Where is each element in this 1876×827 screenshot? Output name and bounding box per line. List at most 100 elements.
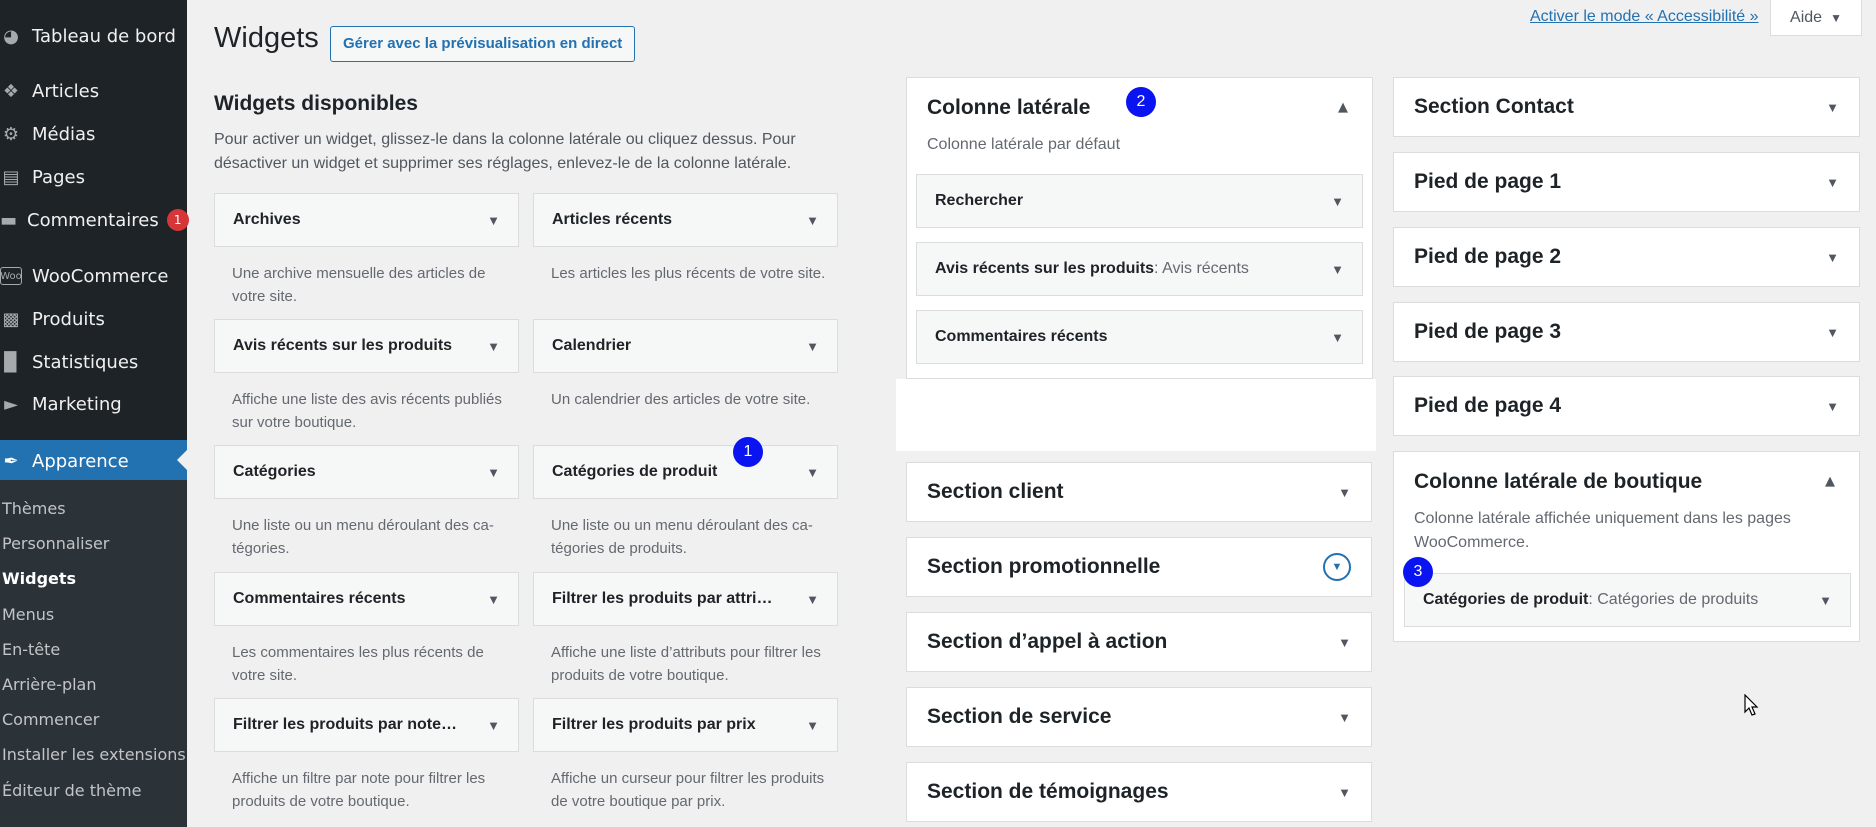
widget-description: Affiche une liste d’attributs pour filtr…	[551, 644, 821, 684]
area-section-testimonials[interactable]: Section de témoignages ▼	[906, 762, 1372, 822]
menu-dashboard[interactable]: ◕ Tableau de bord	[0, 16, 187, 56]
archive-icon: ▩	[2, 308, 20, 330]
caret-down-icon[interactable]: ▼	[1826, 399, 1839, 414]
caret-down-icon[interactable]: ▼	[1338, 710, 1351, 725]
area-description: Colonne latérale par défaut	[927, 136, 1121, 153]
available-widgets-title: Widgets disponibles	[214, 92, 418, 115]
menu-marketing[interactable]: ► Marketing	[0, 384, 187, 424]
caret-down-icon[interactable]: ▼	[1826, 250, 1839, 265]
area-footer-1[interactable]: Pied de page 1 ▼	[1393, 152, 1860, 212]
submenu-background[interactable]: Arrière-plan	[2, 670, 97, 700]
submenu-customize[interactable]: Personnaliser	[2, 529, 109, 559]
caret-down-icon[interactable]: ▼	[1331, 330, 1344, 345]
widget-filter-by-rating[interactable]: Filtrer les produits par note… ▼	[214, 698, 519, 752]
comment-count-badge: 1	[166, 209, 189, 231]
menu-products[interactable]: ▩ Produits	[0, 299, 187, 339]
area-section-call-to-action[interactable]: Section d’appel à action ▼	[906, 612, 1372, 672]
widget-description: Affiche un curseur pour filtrer les pro­…	[551, 770, 825, 810]
area-title[interactable]: Colonne latérale de boutique	[1414, 470, 1702, 494]
caret-down-icon[interactable]: ▼	[487, 213, 500, 228]
placed-widget-recent-comments[interactable]: Commentaires récents ▼	[916, 310, 1363, 364]
menu-statistics[interactable]: ▉ Statistiques	[0, 342, 187, 382]
area-footer-2[interactable]: Pied de page 2 ▼	[1393, 227, 1860, 287]
widget-description: Un calendrier des articles de votre site…	[551, 391, 811, 408]
placed-widget-recent-reviews[interactable]: Avis récents sur les produits: Avis réce…	[916, 242, 1363, 296]
widget-archives[interactable]: Archives ▼	[214, 193, 519, 247]
widget-recent-posts[interactable]: Articles récents ▼	[533, 193, 838, 247]
accessibility-mode-link[interactable]: Activer le mode « Accessibilité »	[1530, 8, 1759, 26]
menu-comments[interactable]: ▬ Commentaires 1	[0, 200, 189, 240]
help-button[interactable]: Aide ▼	[1770, 0, 1862, 36]
submenu-menus[interactable]: Menus	[2, 600, 54, 630]
caret-down-icon[interactable]: ▼	[487, 592, 500, 607]
caret-down-icon[interactable]: ▼	[806, 465, 819, 480]
submenu-install-plugins[interactable]: Installer les extensions	[2, 740, 186, 770]
submenu-theme-editor[interactable]: Éditeur de thème	[2, 776, 141, 806]
widget-categories[interactable]: Catégories ▼	[214, 445, 519, 499]
area-section-contact[interactable]: Section Contact ▼	[1393, 77, 1860, 137]
admin-sidebar: ◕ Tableau de bord ❖ Articles ⚙ Médias ▤ …	[0, 0, 189, 827]
submenu-widgets[interactable]: Widgets	[2, 564, 76, 594]
widget-filter-by-attribute[interactable]: Filtrer les produits par attri… ▼	[533, 572, 838, 626]
widget-calendar[interactable]: Calendrier ▼	[533, 319, 838, 373]
widget-description: Une liste ou un menu déroulant des ca­té…	[232, 517, 494, 557]
widget-recent-comments[interactable]: Commentaires récents ▼	[214, 572, 519, 626]
widget-filter-by-price[interactable]: Filtrer les produits par prix ▼	[533, 698, 838, 752]
shop-sidebar-area: Colonne latérale de boutique ▲ Colonne l…	[1393, 451, 1860, 642]
caret-down-icon[interactable]: ▼	[1826, 100, 1839, 115]
area-title[interactable]: Colonne latérale	[927, 96, 1090, 120]
submenu-themes[interactable]: Thèmes	[2, 494, 66, 524]
widget-description: Les articles les plus récents de votre s…	[551, 265, 826, 282]
paintbrush-icon: ✒	[3, 450, 19, 472]
caret-down-icon[interactable]: ▼	[487, 339, 500, 354]
caret-down-icon[interactable]: ▼	[806, 592, 819, 607]
sidebar-area-primary: Colonne latérale ▲ Colonne latérale par …	[906, 77, 1373, 379]
marker-3: 3	[1403, 557, 1433, 587]
menu-pages[interactable]: ▤ Pages	[0, 157, 187, 197]
caret-up-icon[interactable]: ▲	[1825, 474, 1835, 489]
caret-down-icon[interactable]: ▼	[1819, 593, 1832, 608]
current-menu-arrow	[177, 450, 187, 470]
caret-down-icon[interactable]: ▼	[806, 213, 819, 228]
available-widgets-description: Pour activer un widget, glissez-le dans …	[214, 131, 796, 172]
caret-down-icon[interactable]: ▼	[806, 718, 819, 733]
caret-down-icon[interactable]: ▼	[1338, 785, 1351, 800]
area-section-client[interactable]: Section client ▼	[906, 462, 1372, 522]
placed-widget-product-categories[interactable]: Catégories de produit: Catégories de pro…	[1404, 573, 1851, 627]
appearance-submenu: Thèmes Personnaliser Widgets Menus En-tê…	[0, 480, 187, 827]
area-footer-4[interactable]: Pied de page 4 ▼	[1393, 376, 1860, 436]
widget-product-categories[interactable]: Catégories de produit ▼	[533, 445, 838, 499]
caret-down-icon[interactable]: ▼	[1331, 262, 1344, 277]
menu-articles[interactable]: ❖ Articles	[0, 71, 187, 111]
megaphone-icon: ►	[4, 393, 18, 415]
area-section-service[interactable]: Section de service ▼	[906, 687, 1372, 747]
live-preview-button[interactable]: Gérer avec la prévisualisation en direct	[330, 26, 636, 62]
caret-down-icon[interactable]: ▼	[1331, 194, 1344, 209]
caret-up-icon[interactable]: ▲	[1338, 100, 1348, 115]
submenu-header[interactable]: En-tête	[2, 635, 60, 665]
placed-widget-search[interactable]: Rechercher ▼	[916, 174, 1363, 228]
submenu-getting-started[interactable]: Commencer	[2, 705, 99, 735]
widget-description: Affiche un filtre par note pour filtrer …	[232, 770, 486, 810]
area-footer-3[interactable]: Pied de page 3 ▼	[1393, 302, 1860, 362]
widget-recent-reviews[interactable]: Avis récents sur les produits ▼	[214, 319, 519, 373]
pin-icon: ❖	[2, 80, 20, 102]
menu-woocommerce[interactable]: Woo WooCommerce	[0, 256, 187, 296]
caret-down-icon[interactable]: ▼	[1826, 175, 1839, 190]
menu-appearance[interactable]: ✒ Apparence	[0, 440, 187, 482]
caret-down-icon[interactable]: ▼	[1826, 325, 1839, 340]
caret-down-icon[interactable]: ▼	[806, 339, 819, 354]
caret-down-icon[interactable]: ▼	[1338, 635, 1351, 650]
caret-down-icon[interactable]: ▼	[1338, 485, 1351, 500]
caret-down-icon[interactable]: ▼	[487, 718, 500, 733]
caret-down-icon[interactable]: ▼	[487, 465, 500, 480]
widget-description: Affiche une liste des avis récents publi…	[232, 391, 502, 431]
widget-description: Une liste ou un menu déroulant des ca­té…	[551, 517, 813, 557]
pages-icon: ▤	[2, 166, 20, 188]
woo-icon: Woo	[0, 267, 22, 285]
area-section-promotional[interactable]: Section promotionnelle ▼	[906, 537, 1372, 597]
caret-down-circle-icon[interactable]: ▼	[1323, 553, 1351, 581]
menu-medias[interactable]: ⚙ Médias	[0, 114, 187, 154]
dashboard-icon: ◕	[3, 25, 19, 47]
media-icon: ⚙	[2, 123, 20, 145]
